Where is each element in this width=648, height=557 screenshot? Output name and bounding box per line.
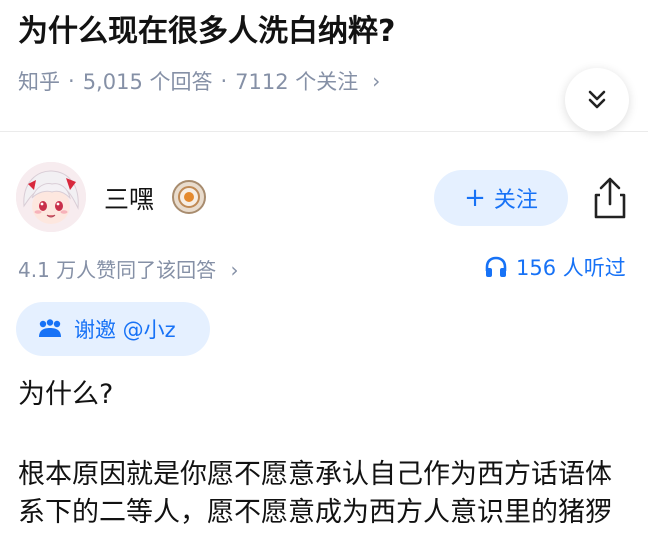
meta-separator: · <box>220 69 228 93</box>
question-meta[interactable]: 知乎 · 5,015 个回答 · 7112 个关注 › <box>18 66 380 96</box>
listen-button[interactable]: 156 人听过 <box>484 252 626 282</box>
source-label: 知乎 <box>18 70 60 94</box>
answer-count: 5,015 个回答 <box>82 70 213 94</box>
answer-paragraph: 根本原因就是你愿不愿意承认自己作为西方话语体系下的二等人，愿不愿意成为西方人意识… <box>18 459 612 528</box>
chevron-right-icon: › <box>372 69 381 93</box>
plus-icon: + <box>464 183 486 213</box>
question-title[interactable]: 为什么现在很多人洗白纳粹? <box>18 12 578 52</box>
answer-page: 为什么现在很多人洗白纳粹? 知乎 · 5,015 个回答 · 7112 个关注 … <box>0 0 648 557</box>
follow-button[interactable]: + 关注 <box>434 170 568 226</box>
answer-paragraph: 为什么? <box>18 379 114 410</box>
chevron-right-icon: › <box>230 258 239 282</box>
likes-text: 4.1 万人赞同了该回答 <box>18 258 217 282</box>
headphones-icon <box>485 256 507 277</box>
invite-label: 谢邀 @小z <box>74 318 176 342</box>
avatar-image <box>16 162 86 232</box>
invite-chip[interactable]: 谢邀 @小z <box>16 302 210 356</box>
follow-label: 关注 <box>493 188 538 213</box>
meta-separator: · <box>68 69 75 93</box>
chevron-double-down-icon <box>588 90 606 109</box>
header-divider <box>0 131 648 132</box>
share-icon[interactable] <box>590 176 630 220</box>
expand-button[interactable] <box>565 68 629 132</box>
listen-count: 156 人听过 <box>516 256 626 280</box>
avatar[interactable] <box>16 162 86 232</box>
badge-icon <box>172 180 206 214</box>
likes-summary[interactable]: 4.1 万人赞同了该回答 › <box>18 254 239 283</box>
author-name[interactable]: 三嘿 <box>104 180 154 216</box>
follower-count: 7112 个关注 <box>235 70 359 94</box>
paw-icon <box>39 319 61 337</box>
